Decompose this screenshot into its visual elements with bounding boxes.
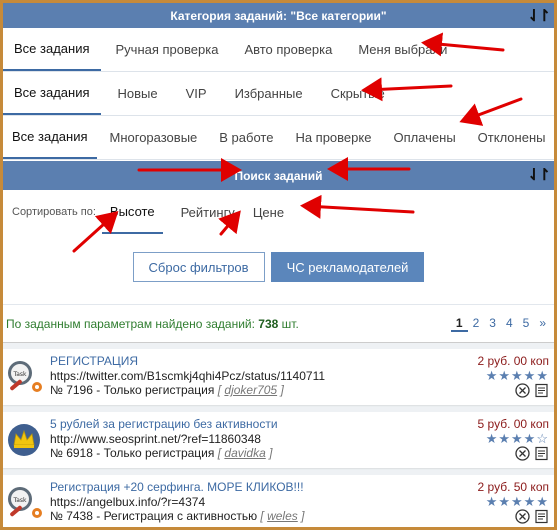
tab-favorites[interactable]: Избранные (224, 72, 314, 115)
task-actions (515, 383, 549, 398)
results-suffix: шт. (281, 316, 299, 331)
task-url: https://twitter.com/B1scmkj4qhi4Pcz/stat… (50, 369, 326, 383)
sort-label: Сортировать по: (12, 206, 96, 218)
filter-area: Сортировать по: Высоте Рейтингу Цене Сбр… (3, 190, 554, 305)
sort-by-price[interactable]: Цене (245, 190, 292, 234)
report-icon[interactable] (534, 509, 549, 524)
sort-by-height[interactable]: Высоте (101, 190, 163, 234)
task-item: Task РЕГИСТРАЦИЯ https://twitter.com/B1s… (3, 349, 554, 405)
pagination: 1 2 3 4 5 » (450, 316, 551, 332)
task-item: 5 рублей за регистрацию без активности h… (3, 412, 554, 468)
svg-text:Task: Task (13, 497, 27, 504)
task-price: 2 руб. 50 коп (477, 480, 549, 494)
tab-in-progress[interactable]: В работе (210, 116, 282, 159)
tab-auto-check[interactable]: Авто проверка (233, 28, 343, 71)
rating-stars: ★★★★★ (485, 368, 549, 383)
sort-toggle-icon[interactable]: ⇃↾ (527, 165, 551, 185)
search-title: Поиск заданий (234, 168, 323, 183)
block-icon[interactable] (515, 509, 530, 524)
block-icon[interactable] (515, 383, 530, 398)
task-actions (515, 509, 549, 524)
task-meta: № 7438 - Регистрация с активностью [ wel… (50, 509, 305, 523)
task-number: № 7438 (50, 509, 93, 523)
sort-row: Сортировать по: Высоте Рейтингу Цене (3, 190, 554, 234)
task-meta: № 6918 - Только регистрация [ davidka ] (50, 446, 273, 460)
tab-manual-check[interactable]: Ручная проверка (105, 28, 230, 71)
task-meta: № 7196 - Только регистрация [ djoker705 … (50, 383, 284, 397)
filter-buttons: Сброс фильтров ЧС рекламодателей (3, 234, 554, 304)
page-next-link[interactable]: » (534, 316, 551, 332)
results-prefix: По заданным параметрам найдено заданий: (6, 316, 255, 331)
task-title-link[interactable]: Регистрация +20 серфинга. МОРЕ КЛИКОВ!!! (50, 480, 304, 494)
task-url: https://angelbux.info/?r=4374 (50, 495, 206, 509)
task-number: № 7196 (50, 383, 93, 397)
task-author-link[interactable]: djoker705 (224, 383, 277, 397)
results-text: По заданным параметрам найдено заданий: … (6, 317, 299, 331)
sort-by-rating[interactable]: Рейтингу (173, 190, 243, 234)
task-author-link[interactable]: davidka (224, 446, 265, 460)
tab-new[interactable]: Новые (107, 72, 169, 115)
task-progress-tabs: Все задания Многоразовые В работе На про… (3, 116, 554, 160)
results-summary: По заданным параметрам найдено заданий: … (3, 305, 554, 343)
task-list: Task РЕГИСТРАЦИЯ https://twitter.com/B1s… (3, 343, 554, 527)
report-icon[interactable] (534, 383, 549, 398)
tab-on-review[interactable]: На проверке (286, 116, 380, 159)
task-item: Task Регистрация +20 серфинга. МОРЕ КЛИК… (3, 475, 554, 527)
tab-all-tasks[interactable]: Все задания (3, 116, 97, 159)
task-actions (515, 446, 549, 461)
task-gear-icon: Task (8, 361, 42, 392)
tab-vip[interactable]: VIP (175, 72, 218, 115)
rating-stars: ★★★★★ (485, 494, 549, 509)
task-type: Только регистрация (103, 383, 215, 397)
task-type: Только регистрация (103, 446, 215, 460)
task-number: № 6918 (50, 446, 93, 460)
task-type: Регистрация с активностью (103, 509, 258, 523)
page-link-1[interactable]: 1 (450, 316, 468, 332)
tab-chose-me[interactable]: Меня выбрали (347, 28, 458, 71)
search-header: Поиск заданий ⇃↾ (3, 161, 554, 190)
svg-text:Task: Task (13, 371, 27, 378)
sort-toggle-icon[interactable]: ⇃↾ (527, 6, 551, 26)
results-count: 738 (258, 316, 279, 331)
page-link-2[interactable]: 2 (468, 316, 485, 332)
task-title-link[interactable]: РЕГИСТРАЦИЯ (50, 354, 138, 368)
page-link-3[interactable]: 3 (484, 316, 501, 332)
task-status-tabs: Все задания Новые VIP Избранные Скрытые (3, 72, 554, 116)
category-header: Категория заданий: "Все категории" ⇃↾ (3, 3, 554, 28)
page-link-4[interactable]: 4 (501, 316, 518, 332)
rating-stars: ★★★★☆ (485, 431, 549, 446)
reset-filters-button[interactable]: Сброс фильтров (132, 252, 265, 282)
report-icon[interactable] (534, 446, 549, 461)
tab-all-tasks[interactable]: Все задания (3, 72, 101, 115)
check-type-tabs: Все задания Ручная проверка Авто проверк… (3, 28, 554, 72)
task-title-link[interactable]: 5 рублей за регистрацию без активности (50, 417, 278, 431)
block-icon[interactable] (515, 446, 530, 461)
tab-hidden[interactable]: Скрытые (320, 72, 396, 115)
tab-paid[interactable]: Оплачены (384, 116, 464, 159)
tab-all-tasks[interactable]: Все задания (3, 28, 101, 71)
advertiser-blacklist-button[interactable]: ЧС рекламодателей (270, 252, 425, 282)
page-link-5[interactable]: 5 (518, 316, 535, 332)
task-price: 2 руб. 00 коп (477, 354, 549, 368)
crown-icon (8, 424, 40, 456)
task-filter-panel: Категория заданий: "Все категории" ⇃↾ Вс… (3, 3, 554, 527)
tab-rejected[interactable]: Отклонены (469, 116, 554, 159)
category-title: Категория заданий: "Все категории" (170, 8, 387, 23)
tab-reusable[interactable]: Многоразовые (101, 116, 207, 159)
task-author-link[interactable]: weles (267, 509, 298, 523)
task-url: http://www.seosprint.net/?ref=11860348 (50, 432, 261, 446)
task-price: 5 руб. 00 коп (477, 417, 549, 431)
task-gear-icon: Task (8, 487, 42, 518)
